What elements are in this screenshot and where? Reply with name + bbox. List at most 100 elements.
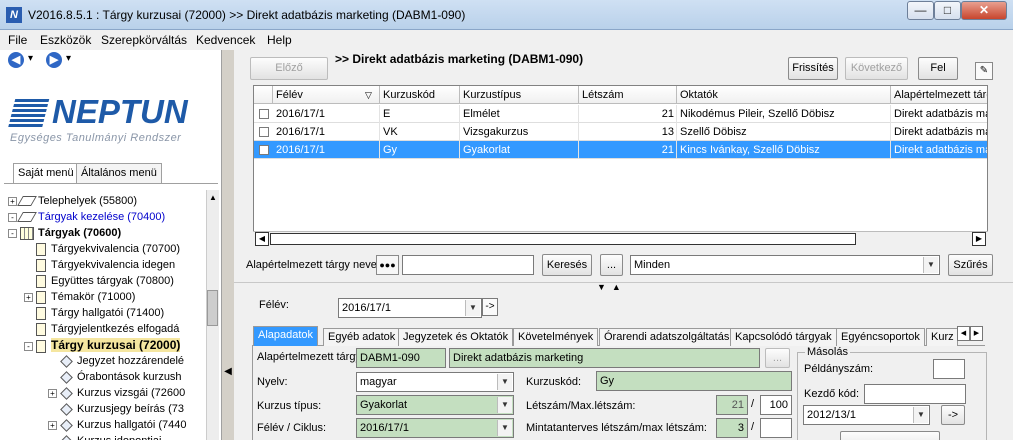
search-button[interactable]: Keresés xyxy=(542,254,592,276)
grid-header-code[interactable]: Kurzuskód xyxy=(380,86,460,104)
tree-item[interactable]: - Tárgyak (70600) xyxy=(8,225,121,241)
row-checkbox[interactable] xyxy=(259,109,269,119)
search-input[interactable] xyxy=(402,255,534,275)
table-row[interactable]: 2016/17/1 Gy Gyakorlat 21 Kincs Ivánkay, Sze… xyxy=(254,141,987,159)
collapse-icon[interactable]: - xyxy=(8,212,17,222)
splitter-arrows-icon[interactable]: ▼▲ xyxy=(597,282,627,292)
tab-basic-data[interactable]: Alapadatok xyxy=(253,326,319,346)
tab-groups[interactable]: Egyéncsoportok xyxy=(836,328,925,346)
start-code-label: Kezdő kód: xyxy=(804,388,860,400)
row-checkbox[interactable] xyxy=(259,127,269,137)
language-select[interactable]: magyar ▼ xyxy=(356,372,514,392)
table-row[interactable]: 2016/17/1 E Elmélet 21 Nikodémus Pileir, Sze… xyxy=(254,105,987,123)
start-code-field[interactable] xyxy=(864,384,966,404)
row-checkbox[interactable] xyxy=(259,145,269,155)
tab-requirements[interactable]: Követelmények xyxy=(513,328,599,346)
scroll-right-icon[interactable]: ▶ xyxy=(972,232,986,246)
tab-scroll-right-icon[interactable]: ▶ xyxy=(970,326,983,341)
tree-item[interactable]: Jegyzet hozzárendelé xyxy=(48,353,184,369)
forward-icon[interactable]: ▶ xyxy=(46,52,62,68)
term-select[interactable]: 2016/17/1 ▼ xyxy=(356,418,514,438)
menu-role-switch[interactable]: Szerepkörváltás xyxy=(101,33,187,47)
collapse-icon[interactable]: - xyxy=(24,341,33,351)
tab-own-menu[interactable]: Saját menü xyxy=(13,163,79,183)
tab-notes-teachers[interactable]: Jegyzetek és Oktatók xyxy=(398,328,514,346)
scroll-left-icon[interactable]: ◀ xyxy=(255,232,269,246)
previous-button[interactable]: Előző xyxy=(250,57,328,80)
copy-button[interactable] xyxy=(840,431,940,440)
tree-item[interactable]: Tárgyekvivalencia (70700) xyxy=(24,241,180,257)
tree-item[interactable]: Tárgy hallgatói (71400) xyxy=(24,305,164,321)
book-icon xyxy=(17,196,37,207)
menu-tools[interactable]: Eszközök xyxy=(40,33,91,47)
collapse-panel-icon[interactable]: ◀ xyxy=(222,363,234,381)
filter-select[interactable]: Minden ▼ xyxy=(630,255,940,275)
tree-item[interactable]: + Témakör (71000) xyxy=(24,289,135,305)
tab-scroll-left-icon[interactable]: ◀ xyxy=(957,326,970,341)
tab-general-menu[interactable]: Általános menü xyxy=(76,163,162,183)
tree-item[interactable]: Kurzusjegy beírás (73 xyxy=(48,401,184,417)
table-row[interactable]: 2016/17/1 VK Vizsgakurzus 13 Szellő Döbisz Di… xyxy=(254,123,987,141)
subject-name-field[interactable]: Direkt adatbázis marketing xyxy=(449,348,760,368)
search-options-button[interactable]: ... xyxy=(600,254,623,276)
grid-hscroll-thumb[interactable] xyxy=(270,233,856,245)
next-button[interactable]: Következő xyxy=(845,57,908,80)
semester-select[interactable]: 2016/17/1 ▼ xyxy=(338,298,482,318)
tree-item[interactable]: - Tárgy kurzusai (72000) xyxy=(24,337,181,353)
tree-item[interactable]: Együttes tárgyak (70800) xyxy=(24,273,174,289)
back-dropdown-icon[interactable]: ▾ xyxy=(28,53,33,64)
filter-button[interactable]: Szűrés xyxy=(948,254,993,276)
tree-item[interactable]: + Kurzus vizsgái (72600 xyxy=(48,385,185,401)
grid-header-teachers[interactable]: Oktatók xyxy=(677,86,891,104)
forward-dropdown-icon[interactable]: ▾ xyxy=(66,53,71,64)
expand-icon[interactable]: + xyxy=(48,388,57,398)
tab-other-data[interactable]: Egyéb adatok xyxy=(323,328,401,346)
grid-header-semester[interactable]: Félév ▽ xyxy=(273,86,380,104)
expand-icon[interactable]: + xyxy=(24,292,33,302)
up-button[interactable]: Fel xyxy=(918,57,958,80)
menu-help[interactable]: Help xyxy=(267,33,292,47)
tree-item[interactable]: - Tárgyak kezelése (70400) xyxy=(8,209,165,225)
scroll-up-icon[interactable]: ▲ xyxy=(209,193,217,202)
collapse-icon[interactable]: - xyxy=(8,228,17,238)
close-button[interactable]: ✕ xyxy=(961,1,1007,20)
tab-timetable[interactable]: Órarendi adatszolgáltatás xyxy=(599,328,735,346)
maximize-button[interactable]: □ xyxy=(934,1,961,20)
tree-item[interactable]: + Kurzus hallgatói (7440 xyxy=(48,417,186,433)
doc-icon xyxy=(36,339,46,353)
subject-lookup-button[interactable]: ... xyxy=(765,348,790,368)
minimize-button[interactable]: — xyxy=(907,1,934,20)
course-type-select[interactable]: Gyakorlat ▼ xyxy=(356,395,514,415)
menu-favorites[interactable]: Kedvencek xyxy=(196,33,255,47)
curriculum-max-field[interactable] xyxy=(760,418,792,438)
search-mode-button[interactable]: ●●● xyxy=(376,255,399,275)
cell-code: Gy xyxy=(380,141,460,159)
grid-header-count[interactable]: Létszám xyxy=(579,86,677,104)
tree-item[interactable]: Tárgyekvivalencia idegen xyxy=(24,257,175,273)
semester-go-button[interactable]: -> xyxy=(482,298,498,316)
menu-file[interactable]: File xyxy=(8,33,27,47)
back-icon[interactable]: ◀ xyxy=(8,52,24,68)
course-code-label: Kurzuskód: xyxy=(526,376,582,388)
copy-semester-select[interactable]: 2012/13/1 ▼ xyxy=(803,405,930,425)
course-code-field[interactable]: Gy xyxy=(596,371,792,391)
tab-related-subjects[interactable]: Kapcsolódó tárgyak xyxy=(730,328,837,346)
tab-courses[interactable]: Kurz xyxy=(926,328,958,346)
pin-icon[interactable]: ✎ xyxy=(975,62,993,80)
copy-go-button[interactable]: -> xyxy=(941,405,965,425)
tree-item[interactable]: Tárgyjelentkezés elfogadá xyxy=(24,321,179,337)
cell-subject: Direkt adatbázis mar xyxy=(891,123,987,141)
tree-scroll-thumb[interactable] xyxy=(207,290,218,326)
max-count-field[interactable]: 100 xyxy=(760,395,792,415)
tree-item[interactable]: Kurzus idopontjai xyxy=(48,433,161,440)
subject-code-field[interactable]: DABM1-090 xyxy=(356,348,446,368)
expand-icon[interactable]: + xyxy=(8,196,17,206)
tree-item[interactable]: + Telephelyek (55800) xyxy=(8,193,137,209)
grid-header-type[interactable]: Kurzustípus xyxy=(460,86,579,104)
curriculum-count-field[interactable]: 3 xyxy=(716,418,748,438)
refresh-button[interactable]: Frissítés xyxy=(788,57,838,80)
grid-header-subject[interactable]: Alapértelmezett tárgy xyxy=(891,86,987,104)
expand-icon[interactable]: + xyxy=(48,420,57,430)
copy-count-field[interactable] xyxy=(933,359,965,379)
tree-item[interactable]: Órabontások kurzush xyxy=(48,369,182,385)
